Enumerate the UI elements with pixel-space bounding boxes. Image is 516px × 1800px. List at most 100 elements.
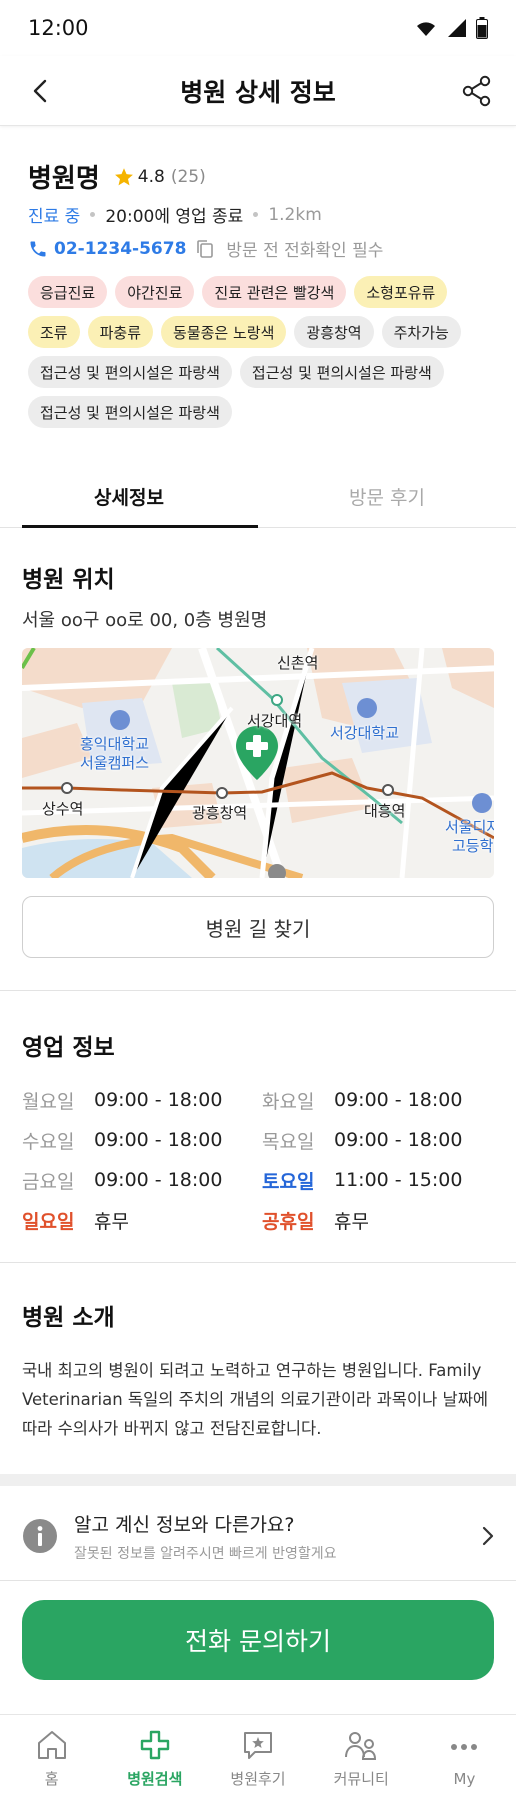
tag: 야간진료 — [115, 276, 195, 308]
share-icon — [462, 75, 491, 107]
more-icon — [451, 1743, 478, 1750]
tab-reviews[interactable]: 방문 후기 — [258, 466, 516, 527]
tag: 파충류 — [87, 316, 154, 348]
map-label-sinchon: 신촌역 — [277, 654, 319, 672]
community-icon — [345, 1732, 377, 1760]
tag: 주차가능 — [381, 316, 461, 348]
intro-title: 병원 소개 — [22, 1305, 115, 1331]
home-icon — [37, 1731, 66, 1759]
status-bar: 12:00 — [0, 0, 516, 56]
phone-note: 방문 전 전화확인 필수 — [226, 241, 384, 261]
rating-score: 4.8 — [137, 166, 165, 187]
map-label-gwangheung: 광흥창역 — [192, 804, 248, 822]
day-time: 09:00 - 18:00 — [94, 1169, 223, 1191]
tag: 소형포유류 — [354, 276, 448, 308]
map[interactable]: 신촌역 서강대역 서강대학교 홍익대학교 서울캠퍼스 상수역 광흥창역 대흥역 … — [22, 648, 494, 878]
tag: 응급진료 — [28, 276, 108, 308]
address: 서울 oo구 oo로 00, 0층 병원명 — [22, 610, 268, 631]
tag-list: 응급진료 야간진료 진료 관련은 빨강색 소형포유류 조류 파충류 동물종은 노… — [28, 276, 498, 428]
signal-icon — [448, 19, 466, 37]
hours-row: 일요일 휴무 공휴일 휴무 — [22, 1200, 502, 1240]
tab-details[interactable]: 상세정보 — [0, 466, 258, 528]
review-icon — [244, 1732, 272, 1759]
hospital-pin-icon — [236, 726, 278, 780]
day-time: 09:00 - 18:00 — [94, 1089, 223, 1111]
day-label-holiday: 공휴일 — [262, 1210, 315, 1233]
tag: 동물종은 노랑색 — [161, 316, 287, 348]
day-label: 화요일 — [262, 1090, 315, 1113]
cross-icon — [140, 1730, 169, 1760]
hours-row: 금요일 09:00 - 18:00 토요일 11:00 - 15:00 — [22, 1160, 502, 1200]
map-label-seogang-univ: 서강대학교 — [330, 724, 400, 742]
tag: 조류 — [28, 316, 80, 348]
separator-dot — [90, 212, 96, 217]
info-icon — [23, 1519, 57, 1553]
nav-label: 병원검색 — [127, 1770, 183, 1788]
report-info-row[interactable]: 알고 계신 정보와 다른가요? 잘못된 정보를 알려주시면 빠르게 반영할게요 — [0, 1494, 516, 1578]
status-time: 12:00 — [28, 16, 89, 40]
location-title: 병원 위치 — [22, 567, 115, 593]
map-label-daeheung: 대흥역 — [364, 802, 406, 820]
close-time: 20:00에 영업 종료 — [105, 207, 244, 227]
day-time: 11:00 - 15:00 — [334, 1169, 463, 1191]
section-divider-thick — [0, 1474, 516, 1486]
day-label: 수요일 — [22, 1130, 75, 1153]
section-divider — [0, 1262, 516, 1263]
day-time: 09:00 - 18:00 — [334, 1129, 463, 1151]
battery-icon — [476, 17, 488, 39]
chevron-left-icon — [33, 79, 47, 103]
tag: 접근성 및 편의시설은 파랑색 — [28, 356, 232, 388]
wifi-icon — [417, 22, 435, 36]
back-button[interactable] — [22, 73, 58, 109]
directions-button[interactable]: 병원 길 찾기 — [22, 896, 494, 958]
tag: 접근성 및 편의시설은 파랑색 — [239, 356, 444, 388]
day-label: 월요일 — [22, 1090, 75, 1113]
rating[interactable]: 4.8 (25) — [114, 167, 206, 187]
open-status: 진료 중 — [28, 207, 81, 227]
app-bar: 병원 상세 정보 — [0, 56, 516, 126]
intro-text: 국내 최고의 병원이 되려고 노력하고 연구하는 병원입니다. Family V… — [22, 1361, 489, 1438]
star-icon — [114, 167, 133, 185]
phone-number[interactable]: 02-1234-5678 — [54, 239, 186, 259]
nav-label: 병원후기 — [230, 1770, 286, 1788]
phone-row: 02-1234-5678 방문 전 전화확인 필수 — [28, 236, 383, 261]
nav-label: 커뮤니티 — [333, 1770, 389, 1788]
nav-home[interactable]: 홈 — [0, 1715, 103, 1800]
nav-my[interactable]: My — [413, 1715, 516, 1800]
tab-bar: 상세정보 방문 후기 — [0, 466, 516, 528]
nav-label: My — [453, 1769, 476, 1788]
map-label-seoul-design-2: 고등학 — [452, 837, 494, 855]
report-title: 알고 계신 정보와 다른가요? — [74, 1513, 295, 1536]
day-time: 휴무 — [334, 1210, 369, 1233]
separator-dot — [253, 212, 259, 217]
copy-button[interactable] — [196, 239, 214, 259]
distance: 1.2km — [268, 204, 322, 225]
day-time: 휴무 — [94, 1210, 129, 1233]
map-label-seoul-design-1: 서울디자 — [445, 818, 494, 836]
nav-hospital-search[interactable]: 병원검색 — [103, 1715, 206, 1800]
tag: 접근성 및 편의시설은 파랑색 — [28, 396, 232, 428]
nav-community[interactable]: 커뮤니티 — [310, 1715, 413, 1800]
open-status-row: 진료 중 20:00에 영업 종료 1.2km — [28, 202, 322, 228]
map-label-hongik-1: 홍익대학교 — [80, 735, 150, 753]
day-label-sunday: 일요일 — [22, 1210, 75, 1233]
day-label: 목요일 — [262, 1130, 315, 1153]
review-count: (25) — [170, 166, 206, 187]
section-divider — [0, 1580, 516, 1581]
bottom-nav: 홈 병원검색 병원후기 커뮤니티 My — [0, 1714, 516, 1800]
status-icons — [414, 17, 488, 39]
hospital-name: 병원명 — [28, 164, 100, 194]
map-label-sangsu: 상수역 — [42, 800, 84, 818]
hours-row: 월요일 09:00 - 18:00 화요일 09:00 - 18:00 — [22, 1080, 502, 1120]
report-subtitle: 잘못된 정보를 알려주시면 빠르게 반영할게요 — [74, 1545, 337, 1562]
section-divider — [0, 990, 516, 991]
day-label: 금요일 — [22, 1170, 75, 1193]
share-button[interactable] — [458, 72, 496, 110]
call-button[interactable]: 전화 문의하기 — [22, 1600, 494, 1680]
nav-hospital-reviews[interactable]: 병원후기 — [206, 1715, 309, 1800]
day-time: 09:00 - 18:00 — [334, 1089, 463, 1111]
tag: 진료 관련은 빨강색 — [202, 276, 347, 308]
day-time: 09:00 - 18:00 — [94, 1129, 223, 1151]
business-hours: 월요일 09:00 - 18:00 화요일 09:00 - 18:00 수요일 09:… — [22, 1080, 502, 1240]
page-title: 병원 상세 정보 — [180, 77, 336, 107]
